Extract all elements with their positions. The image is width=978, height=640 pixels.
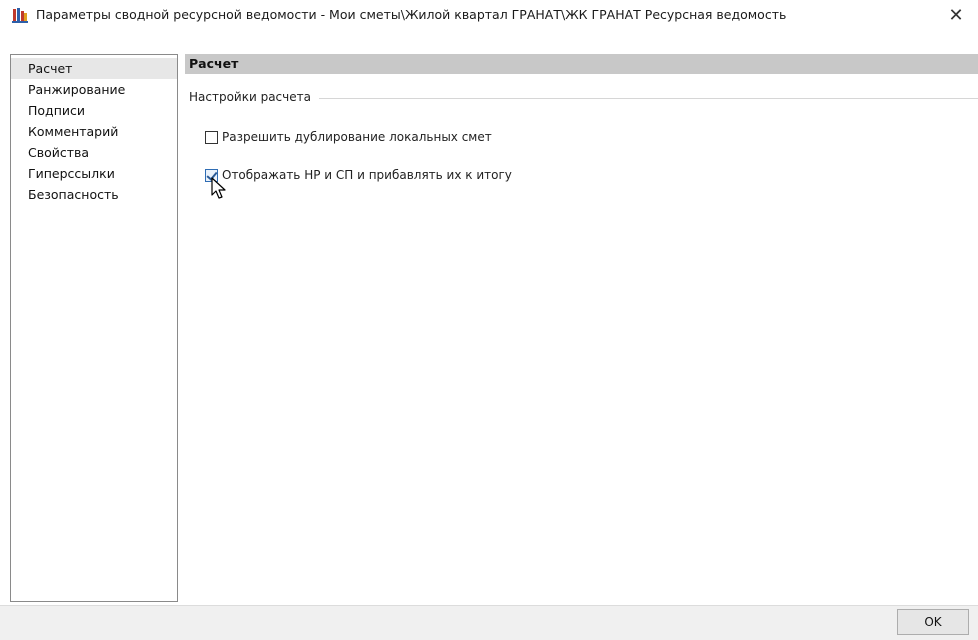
ok-button[interactable]: OK (897, 609, 969, 635)
sidebar-item-raschet[interactable]: Расчет (11, 58, 177, 79)
option-show-overhead[interactable]: Отображать НР и СП и прибавлять их к ито… (205, 166, 512, 184)
window-title: Параметры сводной ресурсной ведомости - … (36, 7, 787, 22)
sidebar-item-giperssylki[interactable]: Гиперссылки (11, 163, 177, 184)
allow-duplicates-checkbox[interactable] (205, 130, 218, 144)
group-label: Настройки расчета (189, 90, 319, 104)
settings-group: Настройки расчета (189, 90, 978, 108)
allow-duplicates-label[interactable]: Разрешить дублирование локальных смет (222, 130, 492, 144)
show-overhead-label[interactable]: Отображать НР и СП и прибавлять их к ито… (222, 168, 512, 182)
sidebar-item-kommentariy[interactable]: Комментарий (11, 121, 177, 142)
dialog-footer (0, 605, 978, 640)
section-header: Расчет (185, 54, 978, 74)
sidebar: Расчет Ранжирование Подписи Комментарий … (10, 54, 178, 602)
sidebar-item-svoystva[interactable]: Свойства (11, 142, 177, 163)
app-grid-icon (12, 8, 28, 23)
section-title: Расчет (189, 56, 239, 71)
close-icon: ✕ (948, 4, 964, 26)
mouse-pointer-icon (211, 177, 226, 199)
close-button[interactable]: ✕ (934, 0, 978, 30)
sidebar-item-bezopasnost[interactable]: Безопасность (11, 184, 177, 205)
option-allow-duplicates[interactable]: Разрешить дублирование локальных смет (205, 128, 492, 146)
sidebar-item-podpisi[interactable]: Подписи (11, 100, 177, 121)
title-bar: Параметры сводной ресурсной ведомости - … (0, 0, 978, 30)
sidebar-item-ranzhirovanie[interactable]: Ранжирование (11, 79, 177, 100)
